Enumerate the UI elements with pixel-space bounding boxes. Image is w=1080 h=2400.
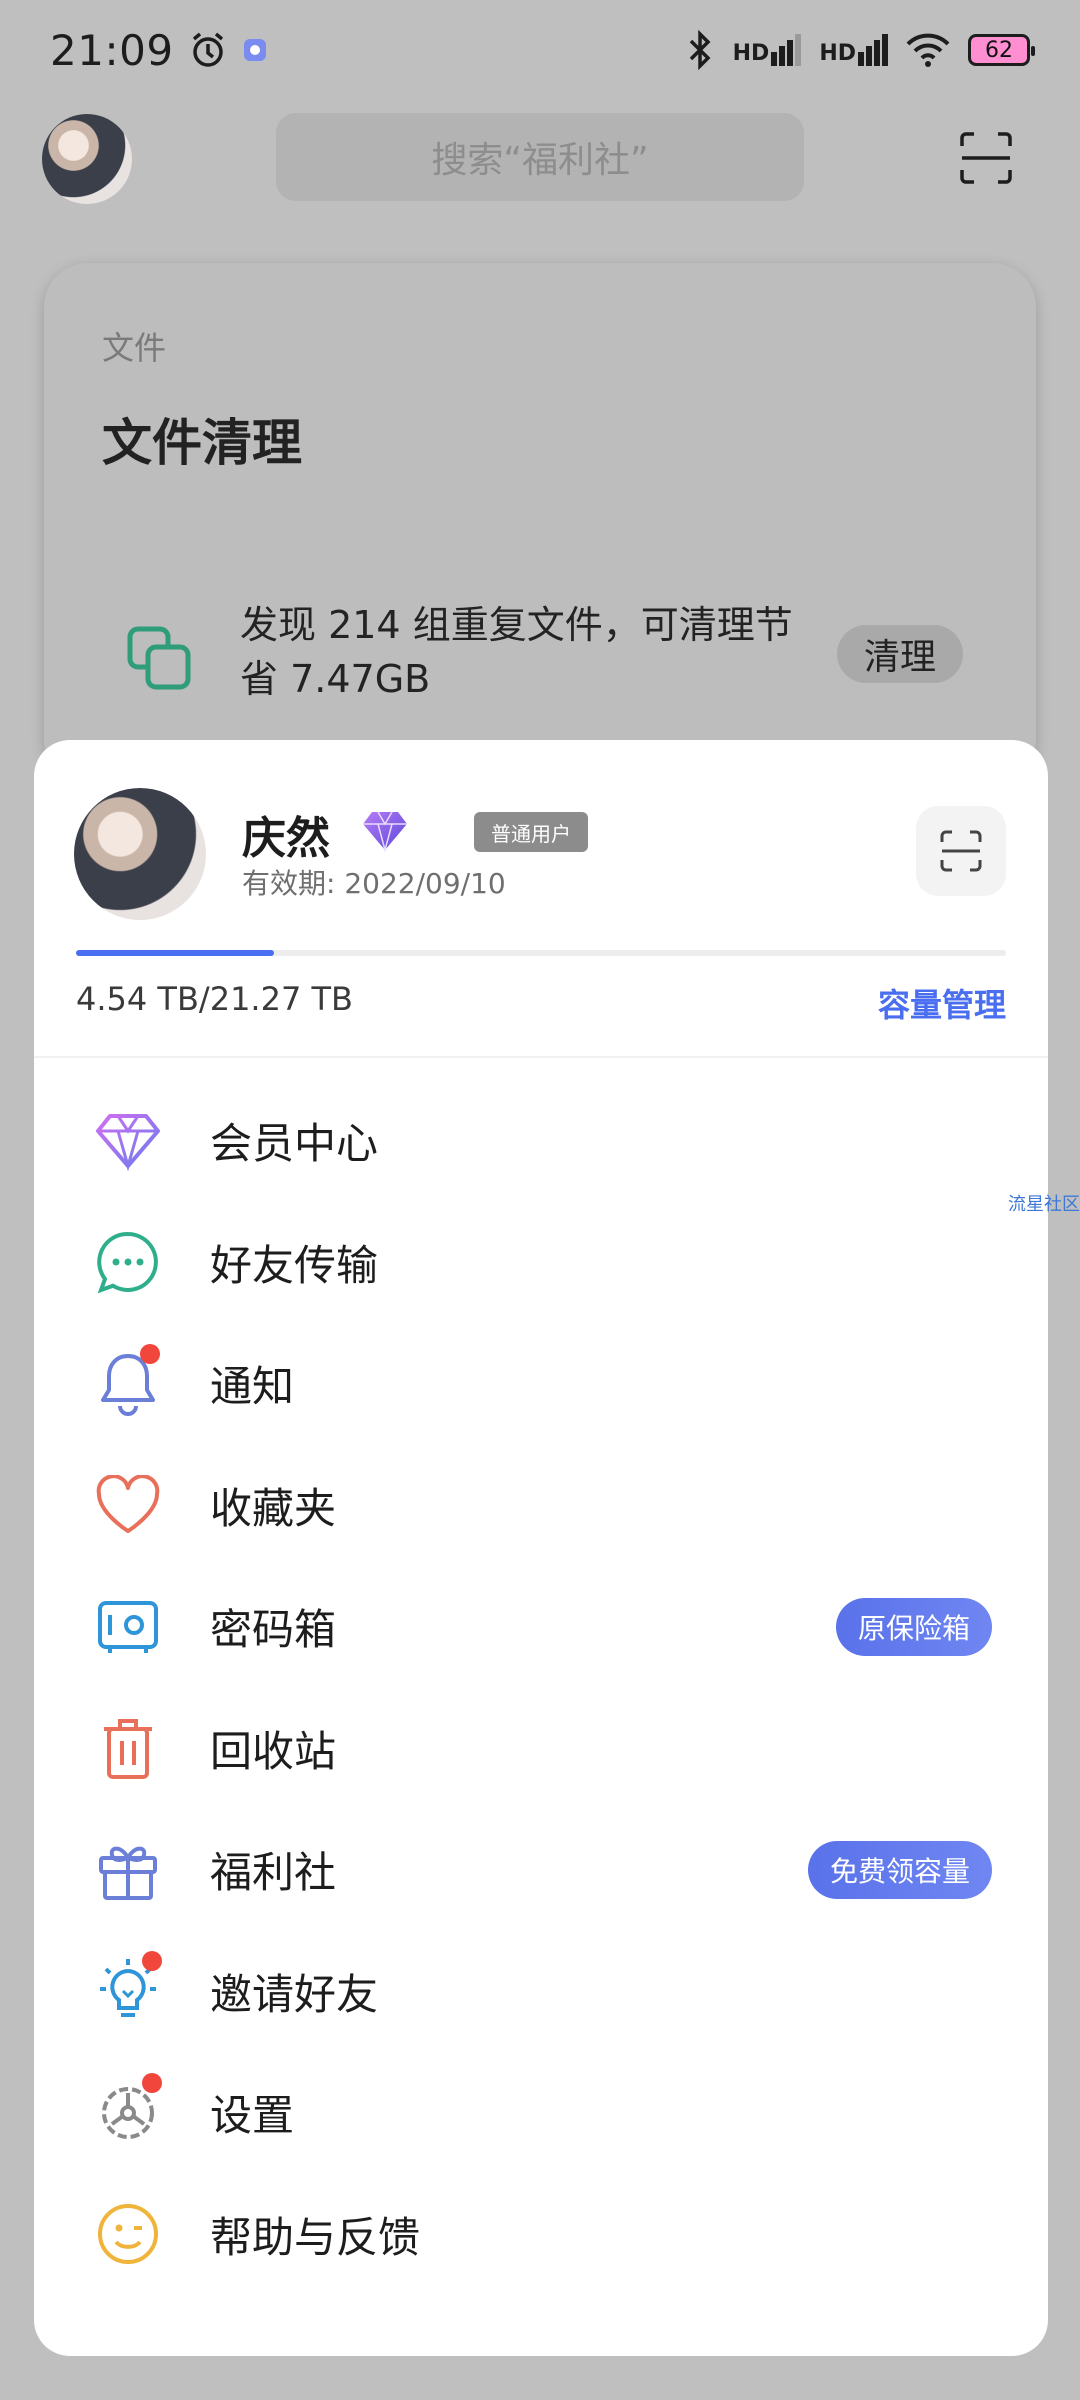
avatar[interactable] xyxy=(74,788,206,920)
storage-manage-link[interactable]: 容量管理 xyxy=(878,980,1006,1026)
menu-label: 好友传输 xyxy=(210,1240,379,1290)
duplicate-message: 发现 214 组重复文件，可清理节省 7.47GB xyxy=(240,603,793,701)
menu-item-friend-transfer[interactable]: 好友传输 xyxy=(34,1202,1048,1324)
scan-icon xyxy=(940,830,982,872)
hd-label: HD xyxy=(732,41,770,66)
divider xyxy=(34,1056,1048,1058)
lightbulb-icon xyxy=(92,1951,164,2027)
scan-icon[interactable] xyxy=(958,130,1014,186)
watermark-text: 流星社区 xyxy=(1008,1194,1080,1215)
wifi-icon xyxy=(906,33,950,67)
chat-bubble-icon xyxy=(92,1226,164,1298)
scan-button[interactable] xyxy=(916,806,1006,896)
search-input[interactable]: 搜索“福利社” xyxy=(276,113,804,201)
legacy-safe-badge[interactable]: 原保险箱 xyxy=(836,1597,992,1656)
trash-icon xyxy=(92,1712,164,1784)
file-cleanup-card: 文件 文件清理 发现 214 组重复文件，可清理节省 7.47GB 清理 xyxy=(44,263,1036,783)
notification-dot xyxy=(140,1343,160,1364)
user-name: 庆然 xyxy=(242,813,330,864)
signal-hd-icon: HD xyxy=(819,34,888,66)
menu-item-settings[interactable]: 设置 xyxy=(34,2052,1048,2174)
user-level-label: 普通用户 xyxy=(491,821,571,846)
battery-icon: 62 xyxy=(968,34,1035,66)
menu-item-favorites[interactable]: 收藏夹 xyxy=(34,1445,1048,1567)
menu-label: 福利社 xyxy=(210,1848,337,1898)
safe-icon xyxy=(92,1591,164,1663)
heart-icon xyxy=(92,1469,164,1541)
menu-label: 收藏夹 xyxy=(210,1483,337,1533)
menu-item-member-center[interactable]: 会员中心 xyxy=(34,1080,1048,1202)
menu-label: 帮助与反馈 xyxy=(210,2212,421,2262)
clean-button-label: 清理 xyxy=(863,637,936,678)
diamond-icon xyxy=(92,1105,164,1177)
top-header: 搜索“福利社” xyxy=(0,110,1080,240)
bottom-strip xyxy=(0,2356,1080,2400)
gear-icon xyxy=(92,2072,164,2149)
gift-icon xyxy=(92,1834,164,1906)
status-bar: 21:09 HD HD 62 xyxy=(0,0,1080,100)
menu-item-password-safe[interactable]: 密码箱 原保险箱 xyxy=(34,1566,1048,1688)
vip-diamond-icon xyxy=(363,811,407,852)
menu-item-invite-friends[interactable]: 邀请好友 xyxy=(34,1931,1048,2053)
card-subtitle: 文件 xyxy=(102,329,167,367)
bell-icon xyxy=(92,1343,164,1420)
drawer-menu: 会员中心 好友传输 通知 收藏夹 密码箱 原保险箱 回收站 福利社 免费领容量 … xyxy=(34,1080,1048,2295)
card-title: 文件清理 xyxy=(102,414,302,472)
alarm-icon xyxy=(192,32,223,67)
user-drawer: 庆然 普通用户 有效期: 2022/09/10 4.54 TB/21.27 TB… xyxy=(34,740,1048,2356)
storage-usage: 4.54 TB/21.27 TB xyxy=(76,980,353,1018)
search-placeholder: 搜索“福利社” xyxy=(431,140,649,181)
pill-label: 原保险箱 xyxy=(857,1611,970,1645)
menu-label: 设置 xyxy=(210,2091,295,2141)
free-capacity-badge[interactable]: 免费领容量 xyxy=(808,1840,992,1899)
menu-label: 邀请好友 xyxy=(210,1969,379,2019)
pill-label: 免费领容量 xyxy=(829,1854,970,1888)
hd-label: HD xyxy=(819,41,856,66)
smile-icon xyxy=(92,2198,164,2270)
app-notification-icon xyxy=(243,39,266,61)
menu-label: 会员中心 xyxy=(210,1119,379,1169)
menu-item-welfare[interactable]: 福利社 免费领容量 xyxy=(34,1809,1048,1931)
storage-progress-fill xyxy=(76,950,275,956)
notification-dot xyxy=(142,2072,162,2093)
menu-label: 通知 xyxy=(210,1362,295,1412)
menu-label: 回收站 xyxy=(210,1726,337,1776)
user-level-badge: 普通用户 xyxy=(474,812,588,852)
signal-hd-icon: HD xyxy=(733,34,802,66)
membership-validity: 有效期: 2022/09/10 xyxy=(242,867,506,900)
menu-label: 密码箱 xyxy=(210,1605,337,1655)
duplicate-files-icon xyxy=(127,626,191,690)
menu-item-recycle-bin[interactable]: 回收站 xyxy=(34,1688,1048,1810)
battery-level: 62 xyxy=(985,37,1013,63)
menu-item-notifications[interactable]: 通知 xyxy=(34,1323,1048,1445)
clean-button[interactable]: 清理 xyxy=(837,625,963,683)
bluetooth-icon xyxy=(689,30,711,70)
status-time: 21:09 xyxy=(50,25,174,75)
storage-progress-bar xyxy=(76,950,1006,956)
avatar[interactable] xyxy=(42,114,132,204)
menu-item-help-feedback[interactable]: 帮助与反馈 xyxy=(34,2174,1048,2296)
